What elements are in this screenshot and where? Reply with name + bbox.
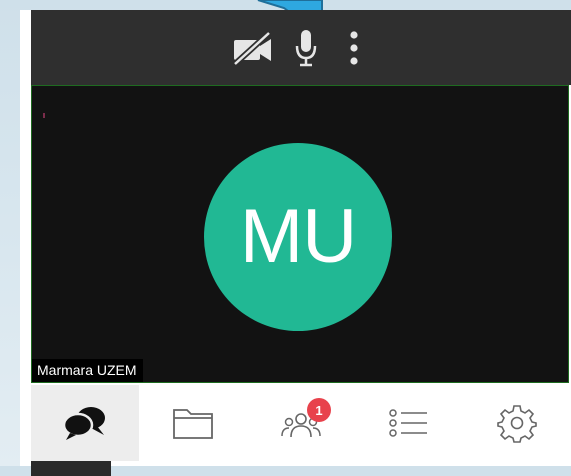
list-icon <box>389 409 427 437</box>
video-panel: MU Marmara UZEM 1 <box>20 10 571 476</box>
bottom-strip <box>31 461 111 476</box>
tab-chat[interactable] <box>31 385 139 461</box>
tab-list[interactable] <box>355 385 463 461</box>
microphone-button[interactable] <box>295 29 317 67</box>
video-tile: MU Marmara UZEM <box>31 85 569 383</box>
participants-count-badge: 1 <box>307 398 331 422</box>
more-options-button[interactable] <box>349 30 359 65</box>
microphone-icon <box>295 29 317 66</box>
video-toolbar <box>31 10 571 85</box>
video-indicator <box>43 113 45 118</box>
gear-icon <box>497 405 537 443</box>
folder-icon <box>173 409 213 439</box>
camera-off-icon <box>232 30 272 65</box>
bottom-tab-bar: 1 <box>31 385 571 461</box>
chat-bubbles-icon <box>63 407 105 440</box>
camera-toggle-button[interactable] <box>231 30 275 65</box>
avatar-initials: MU <box>239 194 357 279</box>
tab-settings[interactable] <box>463 385 571 461</box>
tab-participants[interactable]: 1 <box>247 385 355 461</box>
participant-name-label: Marmara UZEM <box>32 359 143 382</box>
tab-files[interactable] <box>139 385 247 461</box>
avatar: MU <box>204 143 392 331</box>
more-vertical-icon <box>350 30 358 65</box>
